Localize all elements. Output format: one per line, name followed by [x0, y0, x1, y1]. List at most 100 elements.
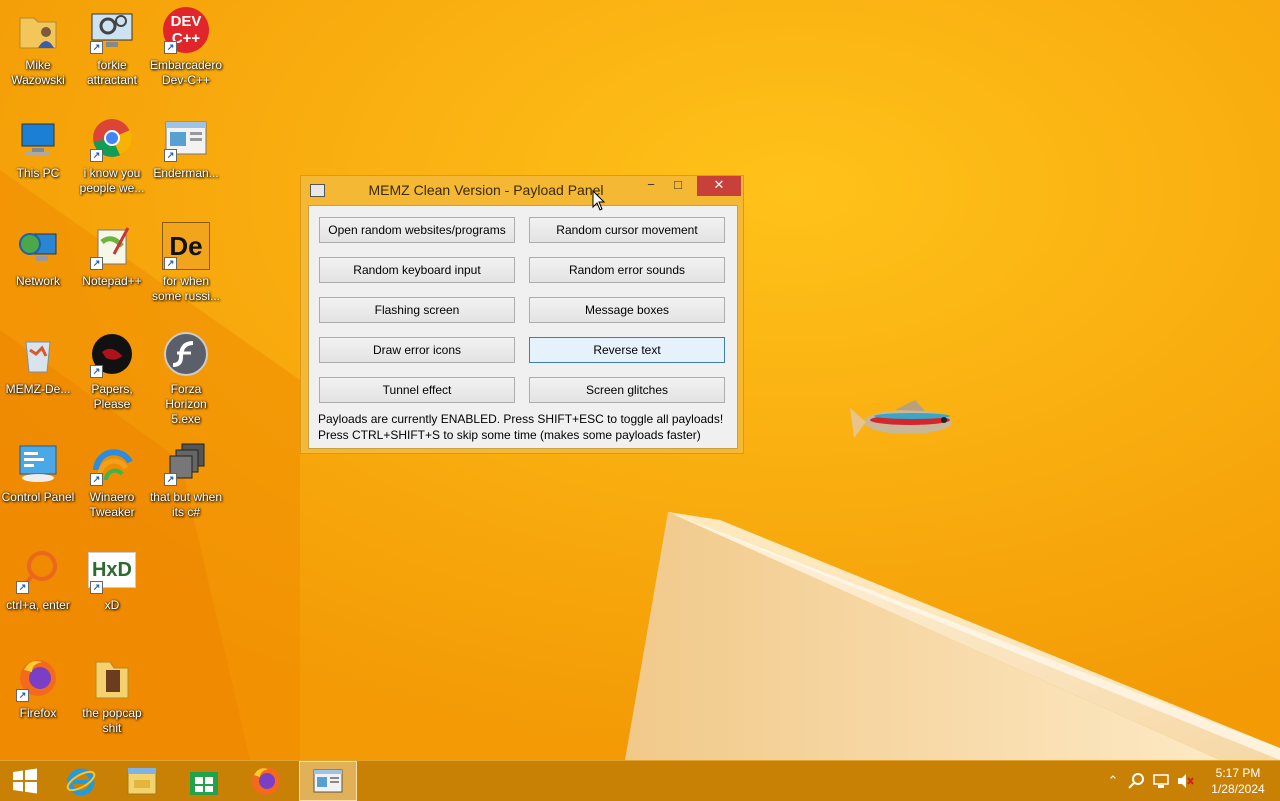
start-button[interactable]	[0, 761, 50, 801]
notepadpp-icon: ↗	[88, 222, 136, 270]
desktop-icon-this-pc[interactable]: This PC	[0, 108, 76, 208]
file-explorer-icon	[127, 768, 157, 795]
tray-search-icon[interactable]	[1128, 773, 1146, 789]
window-app-icon: ↗	[162, 114, 210, 162]
screen-glitches-button[interactable]: Screen glitches	[529, 377, 725, 403]
shortcut-arrow-icon: ↗	[16, 581, 29, 594]
shortcut-arrow-icon: ↗	[90, 257, 103, 270]
window-titlebar[interactable]: MEMZ Clean Version - Payload Panel − □ ✕	[301, 176, 743, 205]
desktop-icon-label: Control Panel	[1, 490, 75, 504]
taskbar-firefox[interactable]	[237, 761, 295, 801]
desktop-icon-label: MEMZ-De...	[5, 382, 71, 396]
desktop-icon-winaero-tweaker[interactable]: ↗ Winaero Tweaker	[74, 432, 150, 532]
random-cursor-movement-button[interactable]: Random cursor movement	[529, 217, 725, 243]
memz-payload-panel-window: MEMZ Clean Version - Payload Panel − □ ✕…	[300, 175, 744, 454]
recycle-bin-icon	[14, 330, 62, 378]
shortcut-arrow-icon: ↗	[164, 473, 177, 486]
shortcut-arrow-icon: ↗	[164, 257, 177, 270]
flashing-screen-button[interactable]: Flashing screen	[319, 297, 515, 323]
flash-icon	[162, 330, 210, 378]
devcpp-icon: DEV C++ ↗	[162, 6, 210, 54]
skip-time-hint-text: Press CTRL+SHIFT+S to skip some time (ma…	[318, 428, 701, 442]
desktop-icon-label: Winaero Tweaker	[89, 490, 135, 519]
taskbar-memz-window[interactable]	[299, 761, 357, 801]
shortcut-arrow-icon: ↗	[16, 689, 29, 702]
desktop-icon-enderman[interactable]: ↗ Enderman...	[148, 108, 224, 208]
winaero-icon: ↗	[88, 438, 136, 486]
desktop-icon-label: This PC	[16, 166, 60, 180]
control-panel-icon	[14, 438, 62, 486]
firefox-icon: ↗	[14, 654, 62, 702]
internet-explorer-icon	[66, 768, 96, 796]
tray-arrow-icon[interactable]: ⌃	[1104, 773, 1122, 789]
network-tray-icon[interactable]	[1152, 773, 1170, 789]
desktop-icon-label: that but when its c#	[149, 490, 223, 519]
desktop-icon-label: Mike Wazowski	[11, 58, 65, 87]
firefox-icon	[252, 767, 280, 795]
desktop-icon-popcap[interactable]: the popcap shit	[74, 648, 150, 748]
desktop-icon-papers-please[interactable]: ↗ Papers, Please	[74, 324, 150, 424]
network-icon	[14, 222, 62, 270]
window-title: MEMZ Clean Version - Payload Panel	[368, 182, 604, 198]
payload-status-text: Payloads are currently ENABLED. Press SH…	[318, 412, 724, 426]
shortcut-arrow-icon: ↗	[90, 149, 103, 162]
desktop-icon-label: Forza Horizon 5.exe	[165, 382, 207, 426]
desktop-icon-memz[interactable]: MEMZ-De...	[0, 324, 76, 424]
desktop-icon-label: forkie attractant	[86, 58, 138, 87]
folder-user-icon	[14, 6, 62, 54]
desktop-icon-label: Papers, Please	[91, 382, 133, 411]
taskbar-file-explorer[interactable]	[113, 761, 171, 801]
shortcut-arrow-icon: ↗	[90, 365, 103, 378]
taskbar-internet-explorer[interactable]	[52, 761, 110, 801]
clock-date: 1/28/2024	[1211, 782, 1265, 796]
desktop-icon-firefox[interactable]: ↗ Firefox	[0, 648, 76, 748]
desktop-icon-xd[interactable]: HxD ↗ xD	[74, 540, 150, 640]
desktop-icon-label: ctrl+a, enter	[6, 598, 70, 612]
papers-please-icon: ↗	[88, 330, 136, 378]
open-random-websites-button[interactable]: Open random websites/programs	[319, 217, 515, 243]
shortcut-arrow-icon: ↗	[164, 149, 177, 162]
desktop-icon-embarcadero-devcpp[interactable]: DEV C++ ↗ Embarcadero Dev-C++	[148, 0, 224, 100]
desktop-icon-mike-wazowski[interactable]: Mike Wazowski	[0, 0, 76, 100]
stacked-windows-icon: ↗	[162, 438, 210, 486]
maximize-button[interactable]: □	[665, 176, 691, 196]
desktop-icon-for-when-some-russi[interactable]: De ↗ for when some russi...	[148, 216, 224, 316]
desktop-icon-forza-horizon[interactable]: Forza Horizon 5.exe	[148, 324, 224, 426]
reverse-text-button[interactable]: Reverse text	[529, 337, 725, 363]
desktop-icon-chrome[interactable]: ↗ i know you people we...	[74, 108, 150, 208]
taskbar-store[interactable]	[175, 761, 233, 801]
tunnel-effect-button[interactable]: Tunnel effect	[319, 377, 515, 403]
desktop-icon-label: Embarcadero Dev-C++	[149, 58, 223, 87]
volume-muted-icon[interactable]	[1176, 773, 1194, 789]
desktop-icon-label: Notepad++	[82, 274, 142, 288]
store-icon	[190, 772, 218, 795]
window-client-area: Open random websites/programs Random cur…	[308, 205, 738, 449]
taskbar-clock[interactable]: 5:17 PM 1/28/2024	[1206, 765, 1270, 797]
desktop-icon-label: the popcap shit	[82, 706, 142, 735]
de-app-icon: De ↗	[162, 222, 210, 270]
desktop-icon-ctrl-a-enter[interactable]: ↗ ctrl+a, enter	[0, 540, 76, 640]
shortcut-arrow-icon: ↗	[90, 41, 103, 54]
windows-start-icon	[13, 768, 37, 794]
this-pc-icon	[14, 114, 62, 162]
desktop-icon-that-but-when-its-csharp[interactable]: ↗ that but when its c#	[148, 432, 224, 532]
clock-time: 5:17 PM	[1215, 766, 1261, 780]
draw-error-icons-button[interactable]: Draw error icons	[319, 337, 515, 363]
random-keyboard-input-button[interactable]: Random keyboard input	[319, 257, 515, 283]
desktop-icon-network[interactable]: Network	[0, 216, 76, 316]
close-button[interactable]: ✕	[697, 176, 741, 196]
shortcut-arrow-icon: ↗	[164, 41, 177, 54]
desktop-icon-label: xD	[104, 598, 120, 612]
desktop-icon-label: Network	[15, 274, 60, 288]
computer-settings-icon: ↗	[88, 6, 136, 54]
random-error-sounds-button[interactable]: Random error sounds	[529, 257, 725, 283]
desktop-icon-forkie-attractant[interactable]: ↗ forkie attractant	[74, 0, 150, 100]
shortcut-arrow-icon: ↗	[90, 473, 103, 486]
folder-icon	[88, 654, 136, 702]
magnifier-ring-icon: ↗	[14, 546, 62, 594]
desktop-icon-control-panel[interactable]: Control Panel	[0, 432, 76, 532]
taskbar: ⌃ 5:17 PM 1/28/2024	[0, 760, 1280, 801]
minimize-button[interactable]: −	[638, 176, 664, 196]
message-boxes-button[interactable]: Message boxes	[529, 297, 725, 323]
desktop-icon-notepadpp[interactable]: ↗ Notepad++	[74, 216, 150, 316]
